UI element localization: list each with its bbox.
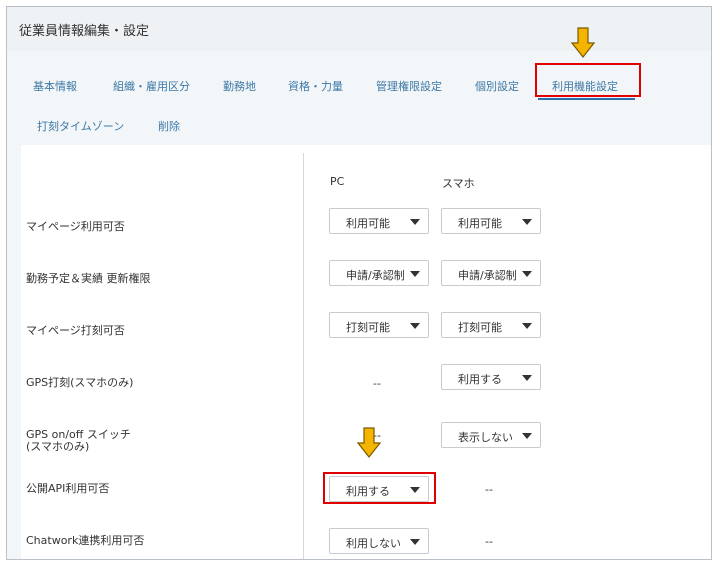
tab-qualifications[interactable]: 資格・力量: [288, 78, 343, 94]
tab-work-location[interactable]: 勤務地: [223, 78, 256, 94]
row-label-gps-clock: GPS打刻(スマホのみ): [26, 376, 134, 389]
caret-down-icon: [522, 375, 532, 381]
caret-down-icon: [522, 271, 532, 277]
highlight-box-feature-tab: [535, 63, 641, 97]
page-title: 従業員情報編集・設定: [19, 24, 150, 39]
tab-admin-permissions[interactable]: 管理権限設定: [376, 78, 442, 94]
column-header-pc: PC: [330, 175, 345, 188]
column-header-smartphone: スマホ: [442, 177, 475, 190]
settings-content: PC スマホ マイページ利用可否 利用可能 利用可能 勤務予定＆実績 更新権限 …: [21, 145, 711, 559]
highlight-box-public-api: [323, 472, 436, 504]
arrow-down-icon: [357, 427, 381, 458]
row-label-public-api: 公開API利用可否: [26, 482, 110, 495]
tab-delete[interactable]: 削除: [158, 118, 180, 134]
title-bar: 従業員情報編集・設定: [7, 7, 711, 52]
value-public-api-sp: --: [485, 483, 493, 496]
select-schedule-update-sp[interactable]: 申請/承認制: [441, 260, 541, 286]
row-label-mypage-clock: マイページ打刻可否: [26, 324, 125, 337]
select-mypage-access-sp[interactable]: 利用可能: [441, 208, 541, 234]
caret-down-icon: [522, 219, 532, 225]
tab-basic-info[interactable]: 基本情報: [33, 78, 77, 94]
select-mypage-clock-pc[interactable]: 打刻可能: [329, 312, 429, 338]
select-mypage-clock-sp[interactable]: 打刻可能: [441, 312, 541, 338]
select-schedule-update-pc[interactable]: 申請/承認制: [329, 260, 429, 286]
arrow-down-icon: [571, 27, 595, 58]
caret-down-icon: [522, 323, 532, 329]
row-label-schedule-update-permission: 勤務予定＆実績 更新権限: [26, 272, 151, 285]
column-divider: [303, 153, 304, 559]
row-label-gps-switch: GPS on/off スイッチ (スマホのみ): [26, 428, 131, 453]
caret-down-icon: [522, 433, 532, 439]
settings-window: 従業員情報編集・設定 基本情報 組織・雇用区分 勤務地 資格・力量 管理権限設定…: [6, 6, 712, 560]
select-gps-clock-sp[interactable]: 利用する: [441, 364, 541, 390]
value-chatwork-sp: --: [485, 535, 493, 548]
caret-down-icon: [410, 323, 420, 329]
tab-individual-settings[interactable]: 個別設定: [475, 78, 519, 94]
select-chatwork-pc[interactable]: 利用しない: [329, 528, 429, 554]
caret-down-icon: [410, 271, 420, 277]
active-tab-underline: [538, 98, 635, 100]
value-gps-clock-pc: --: [373, 377, 381, 390]
caret-down-icon: [410, 539, 420, 545]
tab-organization[interactable]: 組織・雇用区分: [113, 78, 190, 94]
select-gps-switch-sp[interactable]: 表示しない: [441, 422, 541, 448]
select-mypage-access-pc[interactable]: 利用可能: [329, 208, 429, 234]
tab-clock-timezone[interactable]: 打刻タイムゾーン: [37, 118, 124, 134]
row-label-chatwork: Chatwork連携利用可否: [26, 534, 145, 547]
caret-down-icon: [410, 219, 420, 225]
row-label-mypage-access: マイページ利用可否: [26, 220, 125, 233]
